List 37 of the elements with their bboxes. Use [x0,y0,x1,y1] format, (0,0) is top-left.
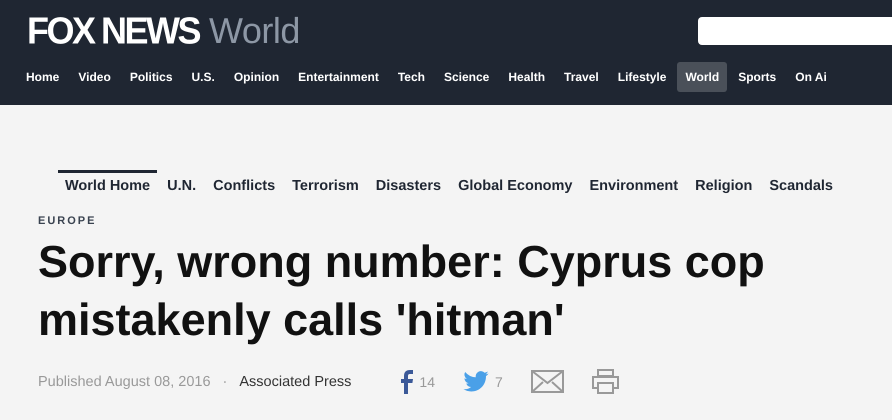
nav-link[interactable]: Home [18,62,68,92]
search-field[interactable] [698,17,892,45]
nav-link[interactable]: Sports [730,62,784,92]
nav-link[interactable]: Video [70,62,119,92]
section-tab[interactable]: World Home [58,170,158,198]
nav-link[interactable]: Health [500,62,554,92]
section-tab[interactable]: Terrorism [285,170,366,198]
site-logo[interactable]: FOX NEWS [27,8,200,54]
nav-link[interactable]: Lifestyle [610,62,674,92]
section-tab[interactable]: U.N. [160,170,204,198]
nav-link[interactable]: Travel [556,62,607,92]
nav-link[interactable]: World [677,62,728,92]
nav-link[interactable]: U.S. [184,62,223,92]
mail-icon[interactable] [530,370,564,393]
section-tab[interactable]: Religion [688,170,760,198]
nav-link[interactable]: On Ai [787,62,835,92]
section-tab[interactable]: Conflicts [206,170,282,198]
source-name: Associated Press [239,374,352,390]
nav-link[interactable]: Politics [122,62,180,92]
section-tab[interactable]: Disasters [368,170,448,198]
bird-icon[interactable] [462,371,489,392]
section-tab[interactable]: Environment [582,170,686,198]
nav-link[interactable]: Entertainment [290,62,387,92]
facebook-icon[interactable] [401,370,414,394]
share-count: 7 [494,374,503,390]
nav-link[interactable]: Science [436,62,498,92]
separator: · [222,374,228,390]
section-tab[interactable]: Scandals [762,170,840,198]
section-tab[interactable]: Global Economy [451,170,580,198]
nav-link[interactable]: Tech [390,62,433,92]
category-label[interactable]: EUROPE [38,215,892,227]
publish-date: Published August 08, 2016 [38,374,211,390]
nav-link[interactable]: Opinion [226,62,288,92]
headline: Sorry, wrong number: Cyprus cop mistakenly calls 'hitman' [38,235,766,347]
print-icon[interactable] [592,369,619,394]
section-title: World [209,10,300,52]
share-count: 14 [419,374,435,390]
